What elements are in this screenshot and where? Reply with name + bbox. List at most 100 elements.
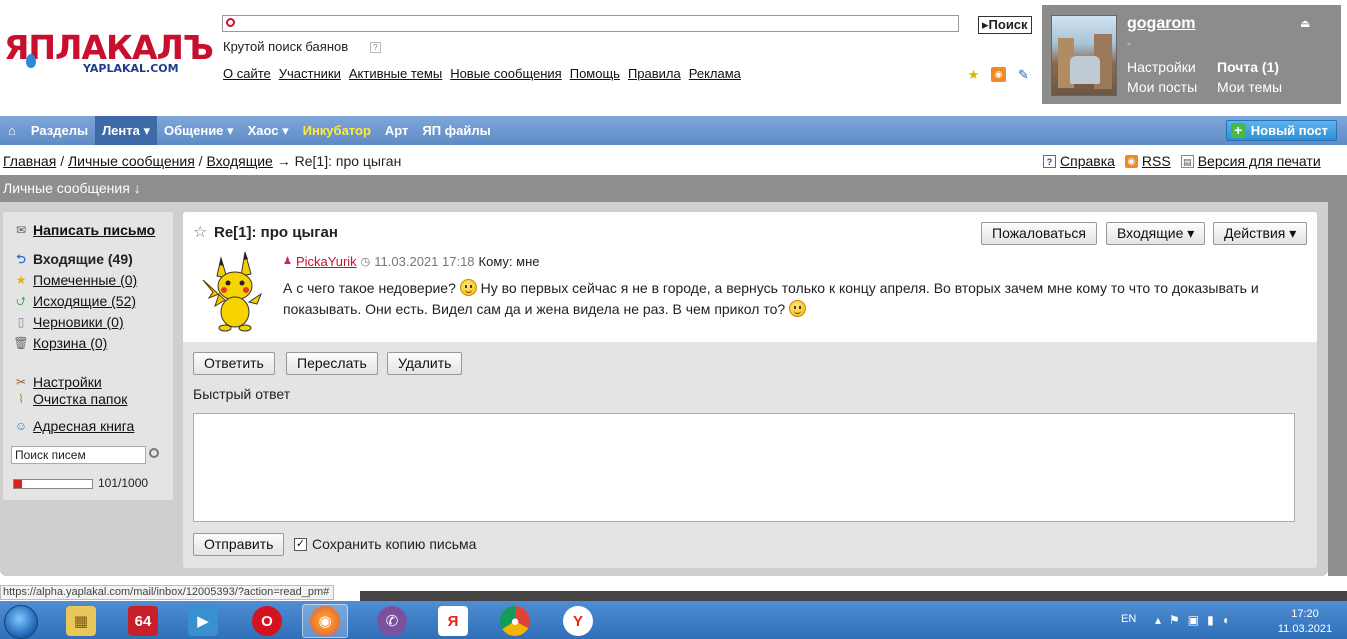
print-link[interactable]: Версия для печати [1198,153,1321,169]
mail-search-input[interactable]: Поиск писем [11,446,146,464]
nav-help[interactable]: Помощь [570,66,620,81]
user-my-themes-link[interactable]: Мои темы [1217,77,1282,97]
taskbar-yandex-browser[interactable]: Y [555,604,601,638]
search-input[interactable] [222,15,959,32]
breadcrumb-home[interactable]: Главная [3,153,56,169]
drafts-link[interactable]: ▯ Черновики (0) [13,314,124,330]
clock[interactable]: 17:20 11.03.2021 [1275,607,1335,637]
address-book-label[interactable]: Адресная книга [33,418,134,434]
save-copy-option[interactable]: ✓ Сохранить копию письма [294,536,476,552]
taskbar-yandex[interactable]: Я [430,604,476,638]
nav-communication[interactable]: Общение ▾ [157,116,241,145]
save-copy-checkbox[interactable]: ✓ [294,537,307,551]
print-tool[interactable]: ▤ Версия для печати [1180,153,1321,169]
search-icon[interactable] [149,448,159,458]
windows-logo-icon [4,605,38,639]
nav-incubator[interactable]: Инкубатор [296,116,378,145]
avatar[interactable] [1051,15,1117,96]
start-button[interactable] [2,603,42,639]
clock-time: 17:20 [1291,608,1319,620]
taskbar-chrome[interactable]: ● [492,604,538,638]
message-meta: ♟ PickaYurik ◷ 11.03.2021 17:18 Кому: мн… [283,254,540,269]
taskbar-media[interactable]: ▶ [180,604,226,638]
broom-icon: ⌇ [18,392,24,406]
logout-icon[interactable]: ⏏ [1300,17,1310,30]
marked-label[interactable]: Помеченные (0) [33,272,137,288]
rss-icon[interactable]: ◉ [991,67,1006,82]
complain-button[interactable]: Пожаловаться [981,222,1098,245]
outbox-link[interactable]: ⮍ Исходящие (52) [13,293,136,309]
nav-ads[interactable]: Реклама [689,66,741,81]
user-settings-link[interactable]: Настройки [1127,57,1196,77]
mail-settings-label[interactable]: Настройки [33,374,102,390]
author-link[interactable]: PickaYurik [296,254,357,269]
rss-tool[interactable]: ◉ RSS [1124,153,1171,169]
taskbar-aida64[interactable]: 64 [120,604,166,638]
breadcrumb-inbox[interactable]: Входящие [206,153,272,169]
reply-button[interactable]: Ответить [193,352,275,375]
nav-new-posts[interactable]: Новые сообщения [450,66,562,81]
compose-link[interactable]: ✉ Написать письмо [13,222,155,238]
logo-subtext: YAPLAKAL.COM [83,62,179,75]
network-icon[interactable]: ▮ [1207,613,1214,627]
taskbar-viber[interactable]: ✆ [369,604,415,638]
drafts-label[interactable]: Черновики (0) [33,314,124,330]
nav-rules[interactable]: Правила [628,66,681,81]
firefox-icon: ◉ [310,606,340,636]
username-link[interactable]: gogarom [1127,15,1195,33]
clean-folders-label[interactable]: Очистка папок [33,391,127,407]
trash-label[interactable]: Корзина (0) [33,335,107,351]
help-question-icon[interactable]: ? [370,42,381,53]
mail-settings-link[interactable]: ✂ Настройки [13,374,102,390]
nav-yp-files[interactable]: ЯП файлы [415,116,497,145]
rss-link[interactable]: RSS [1142,153,1171,169]
forward-button[interactable]: Переслать [286,352,378,375]
site-logo[interactable]: ЯПЛАКАЛЪ YAPLAKAL.COM [4,28,214,78]
star-outline-icon[interactable]: ☆ [193,222,207,242]
quota-bar [13,479,93,489]
nav-chaos[interactable]: Хаос ▾ [241,116,296,145]
nav-about[interactable]: О сайте [223,66,271,81]
user-status: - [1127,36,1131,50]
tools-icon: ✂ [15,375,27,389]
nav-active-topics[interactable]: Активные темы [349,66,442,81]
nav-members[interactable]: Участники [279,66,341,81]
breadcrumb-pm[interactable]: Личные сообщения [68,153,195,169]
taskbar-opera[interactable]: O [244,604,290,638]
taskbar-firefox[interactable]: ◉ [302,604,348,638]
address-book-link[interactable]: ☺ Адресная книга [13,418,134,434]
send-button[interactable]: Отправить [193,533,285,556]
taskbar-explorer[interactable]: ▦ [58,604,104,638]
marked-link[interactable]: ★ Помеченные (0) [13,272,138,288]
compose-label[interactable]: Написать письмо [33,222,155,238]
clean-folders-link[interactable]: ⌇ Очистка папок [13,391,127,407]
inbox-dropdown[interactable]: Входящие ▾ [1106,222,1206,245]
outbox-label[interactable]: Исходящие (52) [33,293,136,309]
quick-reply-textarea[interactable] [193,413,1295,522]
flag-icon[interactable]: ⚑ [1169,613,1180,627]
delete-button[interactable]: Удалить [387,352,463,375]
search-button[interactable]: ▸Поиск [978,16,1032,34]
nav-sections[interactable]: Разделы [24,116,95,145]
user-my-posts-link[interactable]: Мои посты [1127,77,1197,97]
inbox-link[interactable]: ⮌ Входящие (49) [13,251,133,267]
show-hidden-icon[interactable]: ▴ [1155,613,1161,627]
section-title-bar[interactable]: Личные сообщения ↓ [0,175,1347,202]
new-post-button[interactable]: + Новый пост [1225,120,1337,141]
save-copy-label: Сохранить копию письма [312,536,477,552]
volume-icon[interactable]: ◖ [1222,613,1229,627]
favorites-star-icon[interactable]: ★ [966,67,981,82]
trash-link[interactable]: 🗑 Корзина (0) [13,335,107,351]
viber-icon: ✆ [377,606,407,636]
user-mail-link[interactable]: Почта (1) [1217,57,1279,77]
pen-icon[interactable]: ✎ [1016,67,1031,82]
help-tool[interactable]: ? Справка [1043,153,1115,169]
home-icon[interactable]: ⌂ [0,116,24,145]
actions-dropdown[interactable]: Действия ▾ [1213,222,1308,245]
inbox-label[interactable]: Входящие (49) [33,251,133,267]
nav-feed[interactable]: Лента ▾ [95,116,157,145]
device-icon[interactable]: ▣ [1188,613,1199,627]
nav-art[interactable]: Арт [378,116,416,145]
help-link[interactable]: Справка [1060,153,1115,169]
language-indicator[interactable]: EN [1121,613,1136,625]
